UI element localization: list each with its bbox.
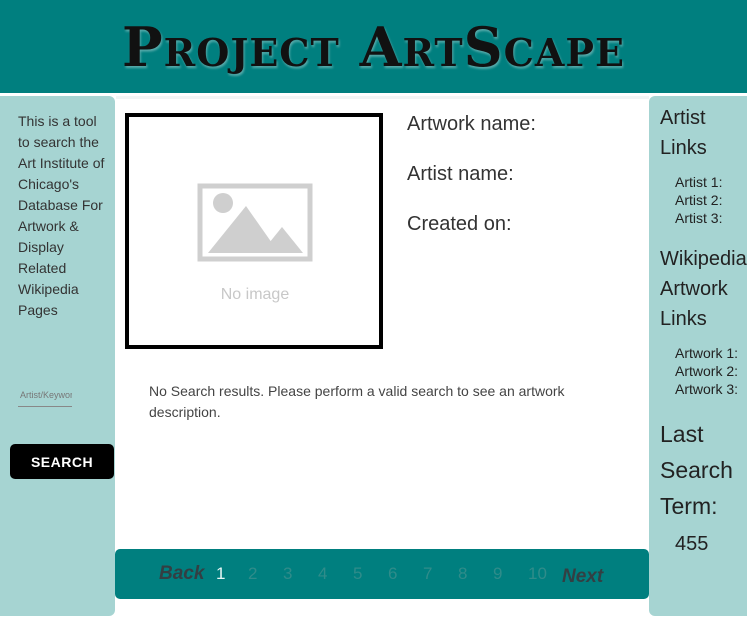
back-button[interactable]: Back xyxy=(159,563,204,585)
created-on-label: Created on: xyxy=(407,213,512,235)
artwork-panel: No image Artwork name: Artist name: Crea… xyxy=(116,96,649,627)
page-link-8[interactable]: 8 xyxy=(458,564,467,584)
last-search-term: 455 xyxy=(675,533,709,555)
artist-name-label: Artist name: xyxy=(407,163,514,185)
artwork-link-3[interactable]: Artwork 3: xyxy=(675,380,738,398)
artwork-link-1[interactable]: Artwork 1: xyxy=(675,344,738,362)
artwork-link-2[interactable]: Artwork 2: xyxy=(675,362,738,380)
pagination-bar: Back 1 2 3 4 5 6 7 8 9 10 Next xyxy=(115,549,649,599)
page-link-10[interactable]: 10 xyxy=(528,564,547,584)
last-search-heading: Last Search Term: xyxy=(660,421,733,519)
page-link-6[interactable]: 6 xyxy=(388,564,397,584)
page-link-3[interactable]: 3 xyxy=(283,564,292,584)
image-placeholder-icon: No image xyxy=(197,183,313,303)
site-header: Project ArtScape xyxy=(0,0,747,93)
search-input[interactable] xyxy=(18,384,72,407)
tool-description: This is a tool to search the Art Institu… xyxy=(18,113,105,318)
artist-link-1[interactable]: Artist 1: xyxy=(675,173,722,191)
wikipedia-links-heading: Wikipedia Artwork Links xyxy=(660,248,747,330)
search-button[interactable]: SEARCH xyxy=(10,444,114,479)
artwork-details: Artwork name: Artist name: Created on: xyxy=(407,111,536,261)
artist-link-3[interactable]: Artist 3: xyxy=(675,209,722,227)
artwork-name-label: Artwork name: xyxy=(407,113,536,135)
artwork-image: No image xyxy=(125,113,383,349)
artist-links-heading: Artist Links xyxy=(660,107,707,159)
page-link-5[interactable]: 5 xyxy=(353,564,362,584)
next-button[interactable]: Next xyxy=(562,566,603,588)
site-title: Project ArtScape xyxy=(122,14,625,79)
image-caption: No image xyxy=(221,286,290,303)
artist-link-2[interactable]: Artist 2: xyxy=(675,191,722,209)
left-sidebar: This is a tool to search the Art Institu… xyxy=(0,96,115,616)
page-link-9[interactable]: 9 xyxy=(493,564,502,584)
page-link-4[interactable]: 4 xyxy=(318,564,327,584)
right-sidebar: Artist Links Artist 1: Artist 2: Artist … xyxy=(649,96,747,616)
page-link-7[interactable]: 7 xyxy=(423,564,432,584)
no-results-message: No Search results. Please perform a vali… xyxy=(149,383,565,420)
page-link-1[interactable]: 1 xyxy=(216,564,225,584)
page-link-2[interactable]: 2 xyxy=(248,564,257,584)
